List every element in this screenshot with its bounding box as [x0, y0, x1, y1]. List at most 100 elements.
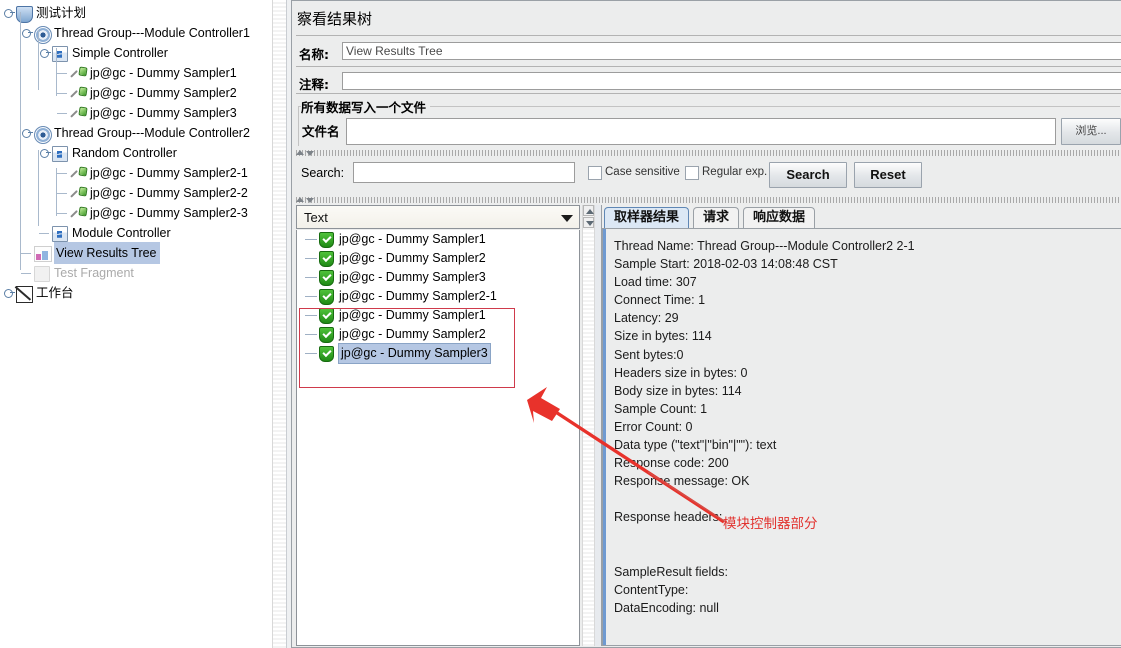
- view-results-tree-panel: 察看结果树 名称: 注释: 所有数据写入一个文件 文件名 浏览...: [291, 0, 1121, 648]
- thread-group-icon: [34, 125, 52, 144]
- tree-connector: [38, 30, 39, 90]
- triangle-down-icon[interactable]: [306, 151, 314, 156]
- write-all-data-groupbox: 所有数据写入一个文件 文件名 浏览...: [298, 96, 1121, 148]
- test-plan-tree[interactable]: 测试计划 Thread Group---Module Controller1 Sim…: [0, 2, 272, 303]
- tree-connector: [305, 315, 317, 317]
- case-sensitive-checkbox[interactable]: [588, 166, 602, 180]
- results-tree-list[interactable]: jp@gc - Dummy Sampler1 jp@gc - Dummy Samp…: [296, 230, 580, 646]
- collapse-arrows-top[interactable]: [296, 150, 318, 157]
- result-row-label: jp@gc - Dummy Sampler3: [338, 343, 491, 365]
- render-selector-combobox[interactable]: Text: [296, 205, 580, 229]
- triangle-up-icon[interactable]: [296, 197, 304, 202]
- results-vertical-scrollbar[interactable]: [582, 205, 595, 646]
- result-row[interactable]: jp@gc - Dummy Sampler1: [297, 306, 579, 325]
- tree-expand-handle[interactable]: [0, 5, 16, 21]
- tree-node[interactable]: View Results Tree: [0, 242, 272, 264]
- tree-expand-handle[interactable]: [0, 285, 16, 301]
- tree-node-label: Thread Group---Module Controller1: [54, 25, 250, 40]
- result-row[interactable]: jp@gc - Dummy Sampler1: [297, 230, 579, 249]
- detail-tab[interactable]: 取样器结果: [604, 207, 690, 228]
- tree-node[interactable]: jp@gc - Dummy Sampler2: [0, 82, 272, 102]
- search-input[interactable]: [353, 162, 575, 183]
- tree-node[interactable]: jp@gc - Dummy Sampler1: [0, 62, 272, 82]
- thread-group-icon: [34, 25, 52, 44]
- tree-node-label: jp@gc - Dummy Sampler3: [90, 105, 237, 120]
- tree-node-label: Thread Group---Module Controller2: [54, 125, 250, 140]
- sampler-result-text: Thread Name: Thread Group---Module Contr…: [614, 239, 915, 615]
- search-button[interactable]: Search: [769, 162, 847, 188]
- result-row[interactable]: jp@gc - Dummy Sampler2-1: [297, 287, 579, 306]
- name-input[interactable]: [342, 42, 1121, 60]
- tree-node-label: jp@gc - Dummy Sampler2-1: [90, 165, 248, 180]
- tree-node[interactable]: jp@gc - Dummy Sampler2-3: [0, 202, 272, 222]
- success-status-icon: [319, 307, 334, 324]
- tree-connector: [56, 168, 57, 216]
- tree-vertical-scrollbar[interactable]: [272, 0, 287, 648]
- page-title: 察看结果树: [297, 10, 373, 28]
- result-row[interactable]: jp@gc - Dummy Sampler3: [297, 268, 579, 287]
- filename-label: 文件名: [302, 124, 340, 139]
- detail-content-box[interactable]: Thread Name: Thread Group---Module Contr…: [602, 228, 1121, 646]
- triangle-up-icon[interactable]: [296, 150, 304, 155]
- reset-button[interactable]: Reset: [854, 162, 922, 188]
- name-label: 名称:: [299, 47, 329, 62]
- scroll-up-button[interactable]: [583, 205, 594, 216]
- tree-connector: [20, 12, 21, 270]
- filename-input[interactable]: [346, 118, 1056, 145]
- tree-node[interactable]: Simple Controller: [0, 42, 272, 62]
- sampler-icon: [70, 105, 88, 121]
- sampler-icon: [70, 185, 88, 201]
- tree-node-label: Random Controller: [72, 145, 177, 160]
- tree-node[interactable]: jp@gc - Dummy Sampler3: [0, 102, 272, 122]
- tree-node[interactable]: 工作台: [0, 282, 272, 303]
- tree-node[interactable]: jp@gc - Dummy Sampler2-2: [0, 182, 272, 202]
- comment-input[interactable]: [342, 72, 1121, 90]
- controller-icon: [52, 225, 68, 242]
- triangle-down-icon: [586, 221, 594, 226]
- triangle-down-icon[interactable]: [306, 198, 314, 203]
- comment-label: 注释:: [299, 77, 329, 92]
- chevron-down-icon[interactable]: [561, 215, 573, 222]
- tree-connector: [38, 150, 39, 226]
- search-toolbar: Search: Case sensitive Regular exp. Sear…: [296, 157, 1121, 197]
- tree-node[interactable]: Module Controller: [0, 222, 272, 242]
- results-split-divider[interactable]: [595, 205, 602, 646]
- result-row-label: jp@gc - Dummy Sampler1: [339, 232, 486, 247]
- collapse-separator-bottom[interactable]: [296, 197, 1121, 203]
- results-split-area: Text jp@gc - Dummy Sampler1 jp@gc - Dummy…: [296, 205, 1121, 646]
- tree-node[interactable]: Thread Group---Module Controller1: [0, 22, 272, 44]
- result-row[interactable]: jp@gc - Dummy Sampler2: [297, 249, 579, 268]
- tree-node[interactable]: Test Fragment: [0, 262, 272, 282]
- tree-connector: [56, 48, 57, 96]
- result-row[interactable]: jp@gc - Dummy Sampler3: [297, 343, 579, 365]
- detail-tab[interactable]: 请求: [693, 207, 740, 228]
- result-row[interactable]: jp@gc - Dummy Sampler2: [297, 325, 579, 344]
- test-fragment-icon: [34, 265, 50, 282]
- tree-node-label: View Results Tree: [54, 242, 160, 264]
- result-row-label: jp@gc - Dummy Sampler1: [339, 308, 486, 323]
- groupbox-left-line: [298, 106, 299, 146]
- result-row-label: jp@gc - Dummy Sampler2: [339, 327, 486, 342]
- regular-exp-label: Regular exp.: [702, 166, 768, 178]
- tree-connector: [305, 296, 317, 298]
- name-row: 名称:: [296, 40, 1121, 64]
- groupbox-title: 所有数据写入一个文件: [301, 97, 431, 116]
- tree-node[interactable]: Thread Group---Module Controller2: [0, 122, 272, 144]
- scroll-down-button[interactable]: [583, 217, 594, 228]
- triangle-up-icon: [586, 209, 594, 214]
- success-status-icon: [319, 326, 334, 343]
- detail-tabstrip[interactable]: 取样器结果 请求 响应数据: [602, 205, 1121, 228]
- tree-node[interactable]: Random Controller: [0, 142, 272, 162]
- result-row-label: jp@gc - Dummy Sampler3: [339, 270, 486, 285]
- browse-button[interactable]: 浏览...: [1061, 118, 1121, 145]
- collapse-arrows-bottom[interactable]: [296, 197, 318, 204]
- collapse-separator-top[interactable]: [296, 150, 1121, 156]
- tree-indent: [36, 225, 52, 241]
- detail-tab[interactable]: 响应数据: [743, 207, 816, 228]
- test-plan-tree-pane[interactable]: 测试计划 Thread Group---Module Controller1 Sim…: [0, 0, 272, 648]
- result-row-label: jp@gc - Dummy Sampler2-1: [339, 289, 497, 304]
- tree-node-label: jp@gc - Dummy Sampler2-2: [90, 185, 248, 200]
- tree-node[interactable]: jp@gc - Dummy Sampler2-1: [0, 162, 272, 182]
- tree-node[interactable]: 测试计划: [0, 2, 272, 23]
- regular-exp-checkbox[interactable]: [685, 166, 699, 180]
